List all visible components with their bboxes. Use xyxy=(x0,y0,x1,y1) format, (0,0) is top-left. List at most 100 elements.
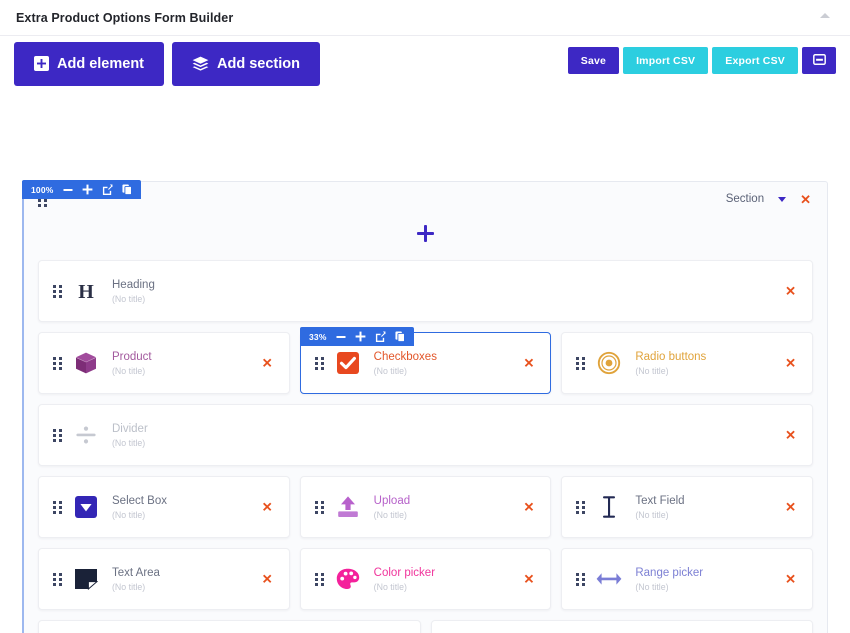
element-name: Range picker xyxy=(635,566,704,579)
add-element-button[interactable]: Add element xyxy=(14,41,165,86)
divider-divide-icon xyxy=(73,422,99,448)
minus-icon[interactable] xyxy=(336,332,346,342)
element-card-range-picker[interactable]: Range picker (No title) ✕ xyxy=(561,548,814,610)
import-csv-button[interactable]: Import CSV xyxy=(623,47,709,74)
range-arrows-icon xyxy=(596,566,622,592)
element-name: Select Box xyxy=(112,494,167,507)
element-rows: H Heading (No title) ✕ Product (No title) ✕ Che… xyxy=(24,256,827,633)
element-labels: Color picker (No title) xyxy=(374,567,435,592)
section-zoom-toolbar: 100% xyxy=(22,180,141,199)
minus-icon[interactable] xyxy=(63,185,73,195)
drag-grip-icon[interactable] xyxy=(314,357,324,370)
element-delete-button[interactable]: ✕ xyxy=(523,501,534,514)
element-labels: Upload (No title) xyxy=(374,495,410,520)
element-labels: Product (No title) xyxy=(112,351,152,376)
drag-grip-icon[interactable] xyxy=(53,429,62,442)
add-section-button[interactable]: Add section xyxy=(172,41,320,86)
element-card-color-picker[interactable]: Color picker (No title) ✕ xyxy=(299,548,552,610)
section-body: Section ✕ H Heading (No title) ✕ Product (No … xyxy=(24,181,828,633)
text-area-icon xyxy=(73,566,99,592)
window-toggle-button[interactable] xyxy=(802,47,836,74)
element-card-date[interactable]: Date(No title)✕ xyxy=(430,620,813,633)
toolbar-right-group: Save Import CSV Export CSV xyxy=(567,47,836,74)
element-name: Divider xyxy=(112,422,148,435)
section-controls: Section ✕ xyxy=(726,193,811,206)
element-name: Text Field xyxy=(635,494,685,507)
element-card-divider[interactable]: Divider (No title) ✕ xyxy=(38,404,813,466)
element-card-product[interactable]: Product (No title) ✕ xyxy=(38,332,290,394)
element-name: Product xyxy=(112,350,152,363)
element-delete-button[interactable]: ✕ xyxy=(262,357,273,370)
export-csv-button[interactable]: Export CSV xyxy=(712,47,798,74)
radio-button-icon xyxy=(596,350,622,376)
element-delete-button[interactable]: ✕ xyxy=(523,357,534,370)
element-labels: Radio buttons (No title) xyxy=(635,351,706,376)
element-subtitle: (No title) xyxy=(112,437,146,448)
form-section: Section ✕ H Heading (No title) ✕ Product (No … xyxy=(22,181,828,633)
chevron-down-icon[interactable] xyxy=(778,196,787,202)
drag-grip-icon[interactable] xyxy=(53,573,62,586)
color-palette-icon xyxy=(335,566,361,592)
element-labels: Heading (No title) xyxy=(112,279,155,304)
element-delete-button[interactable]: ✕ xyxy=(785,573,796,586)
element-card-time[interactable]: Time(No title)✕ xyxy=(38,620,421,633)
drag-grip-icon[interactable] xyxy=(576,501,586,514)
drag-grip-icon[interactable] xyxy=(576,357,586,370)
element-row: Divider (No title) ✕ xyxy=(38,404,813,466)
chevron-up-icon[interactable] xyxy=(820,13,830,18)
element-delete-button[interactable]: ✕ xyxy=(785,429,796,442)
element-labels: Checkboxes (No title) xyxy=(374,351,437,376)
element-name: Checkboxes xyxy=(373,350,437,363)
element-card-select-box[interactable]: Select Box (No title) ✕ xyxy=(38,476,290,538)
element-row: Text Area (No title) ✕ Color picker (No titl… xyxy=(38,548,814,610)
copy-icon[interactable] xyxy=(122,184,132,195)
section-zoom-level: 100% xyxy=(31,184,54,195)
layers-icon xyxy=(192,56,209,71)
element-delete-button[interactable]: ✕ xyxy=(262,501,273,514)
text-cursor-icon xyxy=(596,494,622,520)
plus-icon[interactable] xyxy=(416,224,435,248)
element-delete-button[interactable]: ✕ xyxy=(785,357,796,370)
drag-grip-icon[interactable] xyxy=(576,573,586,586)
element-row: Select Box (No title) ✕ Upload (No title) ✕ Te… xyxy=(38,476,814,538)
element-delete-button[interactable]: ✕ xyxy=(262,573,273,586)
element-subtitle: (No title) xyxy=(112,581,146,592)
element-row: H Heading (No title) ✕ xyxy=(38,260,813,322)
element-card-heading[interactable]: H Heading (No title) ✕ xyxy=(38,260,813,322)
element-name: Text Area xyxy=(112,566,160,579)
element-delete-button[interactable]: ✕ xyxy=(785,285,796,298)
edit-square-icon[interactable] xyxy=(375,331,386,342)
element-card-text-field[interactable]: Text Field (No title) ✕ xyxy=(561,476,814,538)
drag-grip-icon[interactable] xyxy=(314,501,324,514)
element-subtitle: (No title) xyxy=(373,509,407,520)
element-delete-button[interactable]: ✕ xyxy=(523,573,534,586)
element-card-upload[interactable]: Upload (No title) ✕ xyxy=(299,476,552,538)
app-titlebar: Extra Product Options Form Builder xyxy=(0,0,850,36)
main-toolbar: Add element Add section Save Import CSV … xyxy=(0,36,850,91)
drag-grip-icon[interactable] xyxy=(53,357,62,370)
element-labels: Text Field (No title) xyxy=(635,495,684,520)
save-button[interactable]: Save xyxy=(567,47,620,74)
element-card-text-area[interactable]: Text Area (No title) ✕ xyxy=(38,548,290,610)
element-row: Product (No title) ✕ Checkboxes (No title) ✕ R… xyxy=(38,332,814,394)
element-subtitle: (No title) xyxy=(635,365,669,376)
add-element-label: Add element xyxy=(57,55,145,72)
svg-text:H: H xyxy=(78,281,94,302)
drag-grip-icon[interactable] xyxy=(314,573,324,586)
plus-icon[interactable] xyxy=(82,184,93,195)
element-card-radio-buttons[interactable]: Radio buttons (No title) ✕ xyxy=(561,332,814,394)
page-title: Extra Product Options Form Builder xyxy=(16,10,234,25)
element-name: Upload xyxy=(373,494,411,507)
product-box-icon xyxy=(73,350,99,376)
edit-square-icon[interactable] xyxy=(102,184,113,195)
element-subtitle: (No title) xyxy=(112,293,146,304)
element-delete-button[interactable]: ✕ xyxy=(785,501,796,514)
drag-grip-icon[interactable] xyxy=(53,285,62,298)
section-delete-button[interactable]: ✕ xyxy=(800,193,811,206)
plus-icon[interactable] xyxy=(355,331,366,342)
copy-icon[interactable] xyxy=(395,331,405,342)
drag-grip-icon[interactable] xyxy=(53,501,62,514)
form-builder-canvas: 100% 33% Section ✕ H Heading (No title) … xyxy=(0,91,850,633)
element-zoom-toolbar: 33% xyxy=(300,327,414,346)
element-labels: Text Area (No title) xyxy=(112,567,160,592)
